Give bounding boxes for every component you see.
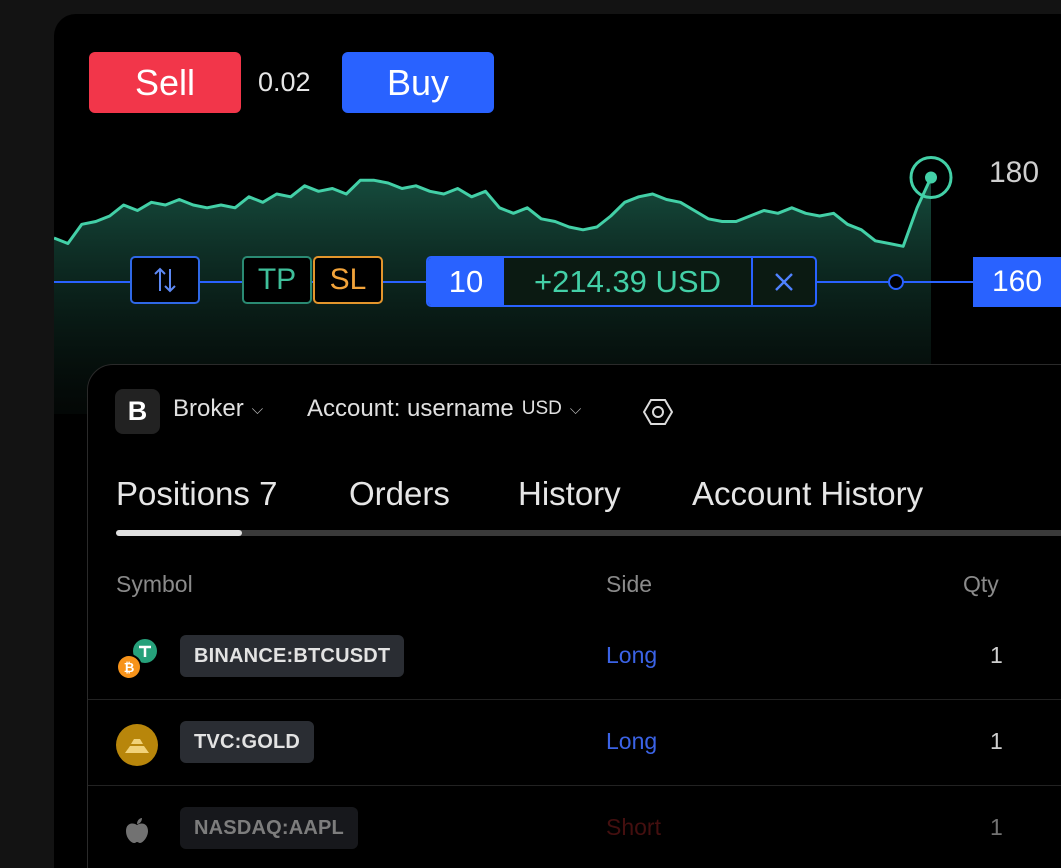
column-header-side[interactable]: Side xyxy=(606,571,652,598)
order-quantity[interactable]: 0.02 xyxy=(258,67,311,98)
close-icon xyxy=(775,272,793,291)
position-quantity[interactable]: 10 xyxy=(428,258,504,305)
tab-positions[interactable]: Positions 7 xyxy=(116,475,277,513)
side-value: Long xyxy=(606,642,658,668)
qty-value: 1 xyxy=(990,728,1003,754)
table-row[interactable]: ₿ BINANCE:BTCUSDT Long 1 xyxy=(88,613,1061,700)
gold-icon xyxy=(116,724,158,766)
take-profit-button[interactable]: TP xyxy=(242,256,312,304)
reverse-arrows-icon xyxy=(154,267,176,293)
reverse-position-button[interactable] xyxy=(130,256,200,304)
account-label: Account: username xyxy=(307,395,514,422)
chevron-down-icon: ⌵ xyxy=(569,400,582,418)
symbol-badge[interactable]: NASDAQ:AAPL xyxy=(180,807,358,849)
position-pnl: +214.39 USD xyxy=(504,258,753,305)
account-manager-panel: B Broker ⌵ Account: username USD ⌵ Posit… xyxy=(87,364,1061,868)
position-label: 10 +214.39 USD xyxy=(426,256,817,307)
tab-history[interactable]: History xyxy=(518,475,621,513)
side-value: Short xyxy=(606,814,661,840)
broker-select[interactable]: Broker ⌵ xyxy=(173,395,263,423)
column-header-qty[interactable]: Qty xyxy=(963,571,999,598)
bitcoin-tether-icon: ₿ xyxy=(116,639,157,680)
symbol-badge[interactable]: BINANCE:BTCUSDT xyxy=(180,635,405,677)
account-select[interactable]: Account: username USD ⌵ xyxy=(307,395,581,423)
position-line-handle[interactable] xyxy=(888,274,904,290)
table-row[interactable]: TVC:GOLD Long 1 xyxy=(88,699,1061,786)
side-value: Long xyxy=(606,728,658,754)
buy-button[interactable]: Buy xyxy=(342,52,494,113)
settings-icon[interactable] xyxy=(643,397,673,427)
broker-logo: B xyxy=(115,389,160,434)
current-price-label: 160 xyxy=(973,257,1061,307)
last-price-dot xyxy=(925,171,937,184)
account-currency: USD xyxy=(521,398,562,419)
price-axis-label: 180 xyxy=(989,156,1040,189)
tab-orders[interactable]: Orders xyxy=(349,475,450,513)
sell-button[interactable]: Sell xyxy=(89,52,241,113)
apple-icon xyxy=(126,818,148,843)
tab-scroll-track[interactable] xyxy=(116,530,1061,536)
chevron-down-icon: ⌵ xyxy=(251,400,264,418)
table-row[interactable]: NASDAQ:AAPL Short 1 xyxy=(88,785,1061,868)
qty-value: 1 xyxy=(990,814,1003,840)
column-header-symbol[interactable]: Symbol xyxy=(116,571,193,598)
active-tab-indicator xyxy=(116,530,242,536)
svg-text:₿: ₿ xyxy=(124,661,135,676)
trading-chart-card: Sell 0.02 Buy 180 160 TP SL 10 +214.39 U… xyxy=(54,14,1061,868)
broker-label: Broker xyxy=(173,395,244,422)
symbol-badge[interactable]: TVC:GOLD xyxy=(180,721,315,763)
qty-value: 1 xyxy=(990,642,1003,668)
stop-loss-button[interactable]: SL xyxy=(313,256,383,304)
close-position-button[interactable] xyxy=(753,258,815,305)
tab-account-history[interactable]: Account History xyxy=(692,475,923,513)
